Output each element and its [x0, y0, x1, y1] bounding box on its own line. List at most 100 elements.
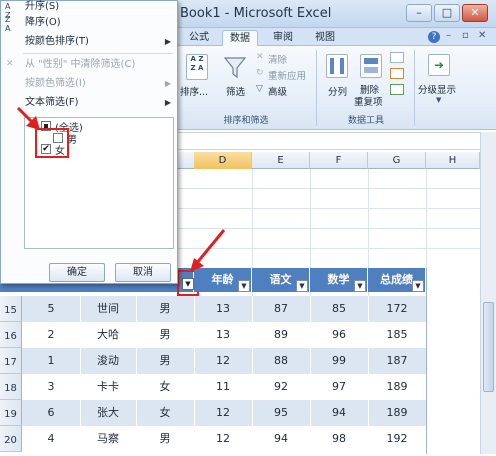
- row-number[interactable]: 15: [0, 296, 22, 322]
- ribbon-minimize-icon[interactable]: –: [446, 30, 451, 41]
- cell-total[interactable]: 172: [368, 296, 426, 322]
- ok-button[interactable]: 确定: [49, 263, 105, 282]
- cell-id[interactable]: 5: [22, 296, 80, 322]
- column-header-d[interactable]: D: [194, 152, 252, 169]
- cell-gender[interactable]: 女: [136, 374, 194, 400]
- menu-separator: [23, 53, 173, 54]
- row-number[interactable]: 20: [0, 426, 22, 452]
- cell-age[interactable]: 13: [194, 322, 252, 348]
- column-header-g[interactable]: G: [368, 152, 426, 169]
- tab-formulas[interactable]: 公式: [182, 30, 216, 46]
- menu-item-clear-filter[interactable]: 从 "性别" 中清除筛选(C): [1, 55, 177, 74]
- tab-review[interactable]: 审阅: [266, 30, 300, 46]
- cell-age[interactable]: 12: [194, 400, 252, 426]
- cell-id[interactable]: 1: [22, 348, 80, 374]
- cell-total[interactable]: 187: [368, 348, 426, 374]
- cell-math[interactable]: 98: [310, 426, 368, 452]
- cell-age[interactable]: 11: [194, 374, 252, 400]
- cell-name[interactable]: 卡卡: [80, 374, 136, 400]
- column-header-f[interactable]: F: [310, 152, 368, 169]
- cell-name[interactable]: 大哈: [80, 322, 136, 348]
- age-filter-dropdown-icon[interactable]: ▼: [238, 280, 250, 292]
- advanced-button[interactable]: 高级: [268, 84, 287, 98]
- chinese-filter-dropdown-icon[interactable]: ▼: [296, 280, 308, 292]
- menu-item-sort-by-color[interactable]: 按颜色排序(T) ▶: [1, 32, 177, 51]
- window-title: Book1 - Microsoft Excel: [180, 6, 332, 21]
- annotation-arrow-icon: [190, 229, 226, 272]
- cell-name[interactable]: 马察: [80, 426, 136, 452]
- cell-chinese[interactable]: 92: [252, 374, 310, 400]
- cell-id[interactable]: 3: [22, 374, 80, 400]
- column-header-e[interactable]: E: [252, 152, 310, 169]
- cell-total[interactable]: 192: [368, 426, 426, 452]
- cell-total[interactable]: 185: [368, 322, 426, 348]
- cell-math[interactable]: 85: [310, 296, 368, 322]
- tab-view[interactable]: 视图: [308, 30, 342, 46]
- clear-icon: ✕: [256, 52, 264, 62]
- vertical-scrollbar[interactable]: [480, 132, 496, 454]
- cell-total[interactable]: 189: [368, 374, 426, 400]
- cell-name[interactable]: 世间: [80, 296, 136, 322]
- submenu-arrow-icon: ▶: [164, 37, 171, 46]
- cell-gender[interactable]: 女: [136, 400, 194, 426]
- cell-age[interactable]: 12: [194, 348, 252, 374]
- row-number[interactable]: 18: [0, 374, 22, 400]
- cancel-button[interactable]: 取消: [115, 263, 171, 282]
- filter-button[interactable]: 筛选: [226, 84, 245, 98]
- help-icon[interactable]: ?: [428, 31, 440, 43]
- cell-name[interactable]: 张大: [80, 400, 136, 426]
- cell-id[interactable]: 2: [22, 322, 80, 348]
- ribbon-close-icon[interactable]: ✕: [478, 30, 486, 41]
- cell-total[interactable]: 189: [368, 400, 426, 426]
- math-filter-dropdown-icon[interactable]: ▼: [354, 280, 366, 292]
- what-if-analysis-icon[interactable]: [390, 84, 404, 95]
- menu-item-filter-by-color[interactable]: 按颜色筛选(I) ▶: [1, 74, 177, 93]
- menu-item-sort-descending[interactable]: 降序(O): [1, 13, 177, 32]
- filter-dropdown-panel: AZ 升序(S) ZA 降序(O) 按颜色排序(T) ▶ ✕ 从 "性别" 中清…: [0, 0, 178, 284]
- group-label-data-tools: 数据工具: [347, 116, 384, 126]
- remove-duplicates-button-line2[interactable]: 重复项: [354, 94, 383, 108]
- sort-button[interactable]: 排序...: [180, 84, 208, 98]
- cell-gender[interactable]: 男: [136, 426, 194, 452]
- outline-button[interactable]: 分级显示: [418, 82, 456, 96]
- text-to-columns-button[interactable]: 分列: [328, 84, 347, 98]
- cell-age[interactable]: 13: [194, 296, 252, 322]
- grid-line: [178, 208, 480, 209]
- outline-dropdown-icon[interactable]: ▼: [436, 96, 441, 104]
- cell-gender[interactable]: 男: [136, 348, 194, 374]
- clear-button[interactable]: 清除: [268, 52, 287, 66]
- cell-chinese[interactable]: 95: [252, 400, 310, 426]
- cell-age[interactable]: 12: [194, 426, 252, 452]
- maximize-button[interactable]: □: [434, 4, 460, 22]
- consolidate-icon[interactable]: [390, 68, 404, 79]
- cell-chinese[interactable]: 94: [252, 426, 310, 452]
- cell-math[interactable]: 96: [310, 322, 368, 348]
- minimize-button[interactable]: –: [406, 4, 432, 22]
- table-divider: [426, 268, 427, 454]
- cell-chinese[interactable]: 89: [252, 322, 310, 348]
- menu-item-label: 升序(S): [25, 1, 60, 12]
- sort-icon: A ZZ A: [186, 54, 208, 80]
- cell-math[interactable]: 97: [310, 374, 368, 400]
- cell-name[interactable]: 浚动: [80, 348, 136, 374]
- table-divider: [368, 296, 369, 454]
- cell-gender[interactable]: 男: [136, 322, 194, 348]
- cell-chinese[interactable]: 88: [252, 348, 310, 374]
- cell-math[interactable]: 99: [310, 348, 368, 374]
- row-number[interactable]: 17: [0, 348, 22, 374]
- tab-data[interactable]: 数据: [222, 30, 258, 47]
- column-header-h[interactable]: H: [426, 152, 480, 169]
- ribbon-restore-icon[interactable]: ▫: [462, 30, 469, 41]
- cell-gender[interactable]: 男: [136, 296, 194, 322]
- reapply-button[interactable]: 重新应用: [268, 68, 306, 82]
- scrollbar-thumb[interactable]: [483, 302, 494, 392]
- row-number[interactable]: 16: [0, 322, 22, 348]
- cell-chinese[interactable]: 87: [252, 296, 310, 322]
- cell-id[interactable]: 4: [22, 426, 80, 452]
- row-number[interactable]: 19: [0, 400, 22, 426]
- close-button[interactable]: ✕: [462, 4, 488, 22]
- total-filter-dropdown-icon[interactable]: ▼: [412, 280, 424, 292]
- cell-id[interactable]: 6: [22, 400, 80, 426]
- cell-math[interactable]: 94: [310, 400, 368, 426]
- data-validation-icon[interactable]: [390, 52, 404, 63]
